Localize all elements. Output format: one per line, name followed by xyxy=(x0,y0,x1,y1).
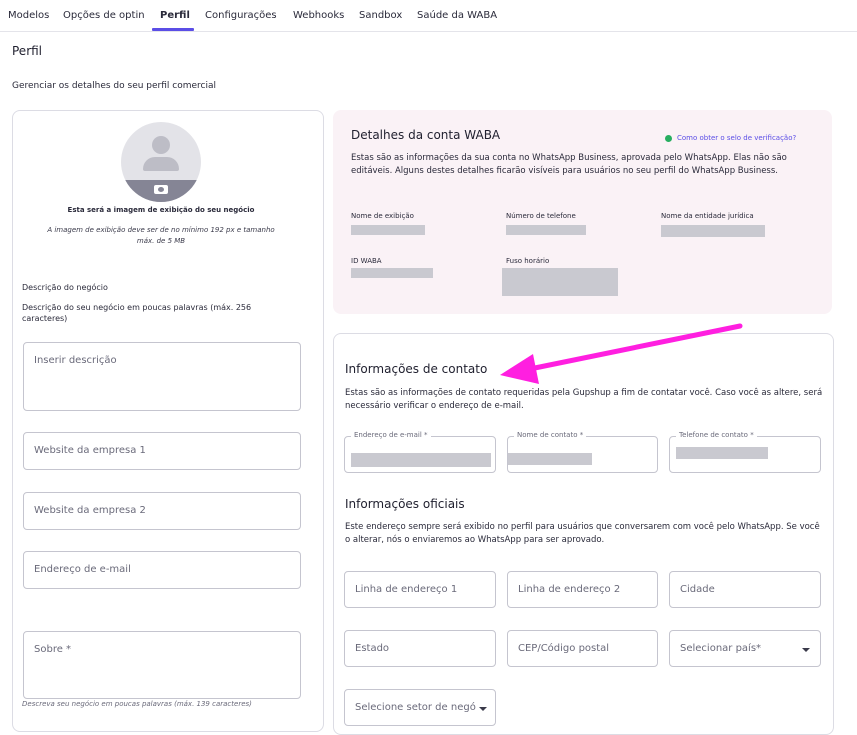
waba-id-value xyxy=(351,268,433,278)
official-section-description: Este endereço sempre será exibido no per… xyxy=(345,522,820,545)
city-input[interactable]: Cidade xyxy=(669,571,821,608)
country-select-placeholder: Selecionar país* xyxy=(680,643,762,654)
email-input[interactable]: Endereço de e-mail xyxy=(23,551,301,589)
address-line1-placeholder: Linha de endereço 1 xyxy=(355,584,458,595)
country-select[interactable]: Selecionar país* xyxy=(669,630,821,667)
tab-sandbox[interactable]: Sandbox xyxy=(359,10,402,21)
address-line2-input[interactable]: Linha de endereço 2 xyxy=(507,571,658,608)
active-tab-indicator xyxy=(152,28,194,31)
tab-bar: Modelos Opções de optin Perfil Configura… xyxy=(0,0,857,32)
tab-perfil[interactable]: Perfil xyxy=(160,10,190,21)
contact-section-description: Estas são as informações de contato requ… xyxy=(345,388,823,411)
profile-image-hint: A imagem de exibição deve ser de no míni… xyxy=(47,226,275,245)
official-section-title: Informações oficiais xyxy=(345,497,465,511)
contact-section-title: Informações de contato xyxy=(345,362,488,376)
city-placeholder: Cidade xyxy=(680,584,715,595)
description-label: Descrição do negócio xyxy=(22,283,108,292)
address-line1-input[interactable]: Linha de endereço 1 xyxy=(344,571,496,608)
business-sector-select[interactable]: Selecione setor de negó xyxy=(344,689,496,726)
avatar-head-icon xyxy=(152,136,170,154)
chevron-down-icon xyxy=(802,648,810,652)
state-input[interactable]: Estado xyxy=(344,630,496,667)
tab-opcoes-optin[interactable]: Opções de optin xyxy=(63,10,145,21)
website1-placeholder: Website da empresa 1 xyxy=(34,445,146,456)
profile-image-title: Esta será a imagem de exibição do seu ne… xyxy=(67,206,255,214)
page-title: Perfil xyxy=(12,44,43,58)
contact-email-label: Endereço de e-mail * xyxy=(351,431,431,439)
about-input[interactable]: Sobre * xyxy=(23,631,301,699)
contact-name-label: Nome de contato * xyxy=(514,431,587,439)
display-name-label: Nome de exibição xyxy=(351,212,414,220)
zip-code-input[interactable]: CEP/Código postal xyxy=(507,630,658,667)
description-input[interactable]: Inserir descrição xyxy=(23,342,301,411)
contact-phone-value xyxy=(676,447,768,459)
camera-icon[interactable] xyxy=(154,185,168,194)
contact-email-field[interactable]: Endereço de e-mail * xyxy=(344,431,496,473)
website2-placeholder: Website da empresa 2 xyxy=(34,505,146,516)
chevron-down-icon xyxy=(479,707,487,711)
phone-number-value xyxy=(506,225,586,235)
email-placeholder: Endereço de e-mail xyxy=(34,564,131,575)
description-hint: Descrição do seu negócio em poucas palav… xyxy=(22,303,252,323)
about-hint: Descreva seu negócio em poucas palavras … xyxy=(22,700,252,708)
page-subtitle: Gerenciar os detalhes do seu perfil come… xyxy=(12,81,216,91)
contact-name-value xyxy=(508,453,592,465)
legal-name-label: Nome da entidade jurídica xyxy=(661,212,754,220)
state-placeholder: Estado xyxy=(355,643,390,654)
contact-name-field[interactable]: Nome de contato * xyxy=(507,431,658,473)
contact-phone-field[interactable]: Telefone de contato * xyxy=(669,431,821,473)
avatar-body-icon xyxy=(143,157,179,171)
contact-email-value xyxy=(351,453,491,467)
business-sector-placeholder: Selecione setor de negó xyxy=(355,702,476,713)
address-line2-placeholder: Linha de endereço 2 xyxy=(518,584,621,595)
zip-code-placeholder: CEP/Código postal xyxy=(518,643,610,654)
waba-id-label: ID WABA xyxy=(351,257,382,265)
legal-name-value xyxy=(661,225,765,237)
waba-description: Estas são as informações da sua conta no… xyxy=(351,153,787,176)
tab-configuracoes[interactable]: Configurações xyxy=(205,10,277,21)
waba-title: Detalhes da conta WABA xyxy=(351,128,501,142)
profile-image-upload[interactable] xyxy=(121,122,201,202)
timezone-value xyxy=(502,268,618,296)
tab-modelos[interactable]: Modelos xyxy=(8,10,49,21)
tab-webhooks[interactable]: Webhooks xyxy=(293,10,344,21)
display-name-value xyxy=(351,225,425,235)
about-placeholder: Sobre * xyxy=(34,644,72,655)
website2-input[interactable]: Website da empresa 2 xyxy=(23,492,301,530)
verified-check-icon xyxy=(665,135,672,142)
tab-saude-waba[interactable]: Saúde da WABA xyxy=(417,10,497,21)
verification-link[interactable]: Como obter o selo de verificação? xyxy=(677,134,796,142)
description-placeholder: Inserir descrição xyxy=(34,355,117,366)
contact-phone-label: Telefone de contato * xyxy=(676,431,757,439)
timezone-label: Fuso horário xyxy=(506,257,550,265)
phone-number-label: Número de telefone xyxy=(506,212,576,220)
website1-input[interactable]: Website da empresa 1 xyxy=(23,432,301,470)
